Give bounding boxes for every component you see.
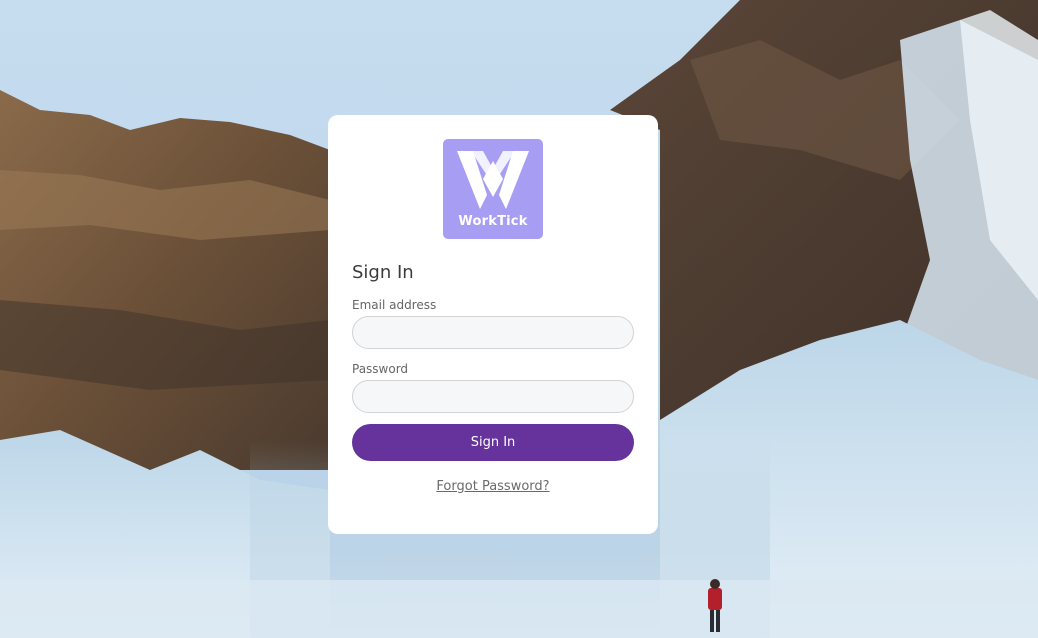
password-label: Password [352, 362, 409, 376]
logo-wordmark: WorkTick [458, 214, 528, 229]
worktick-logo: WorkTick [443, 139, 543, 239]
page-title: Sign In [352, 262, 414, 283]
password-field[interactable] [352, 380, 634, 413]
login-card: WorkTick Sign In Email address Password … [328, 115, 658, 534]
email-label: Email address [352, 298, 437, 312]
logo-container: WorkTick [352, 139, 634, 239]
forgot-password-link[interactable]: Forgot Password? [352, 479, 634, 494]
email-field[interactable] [352, 316, 634, 349]
sign-in-button[interactable]: Sign In [352, 424, 634, 461]
